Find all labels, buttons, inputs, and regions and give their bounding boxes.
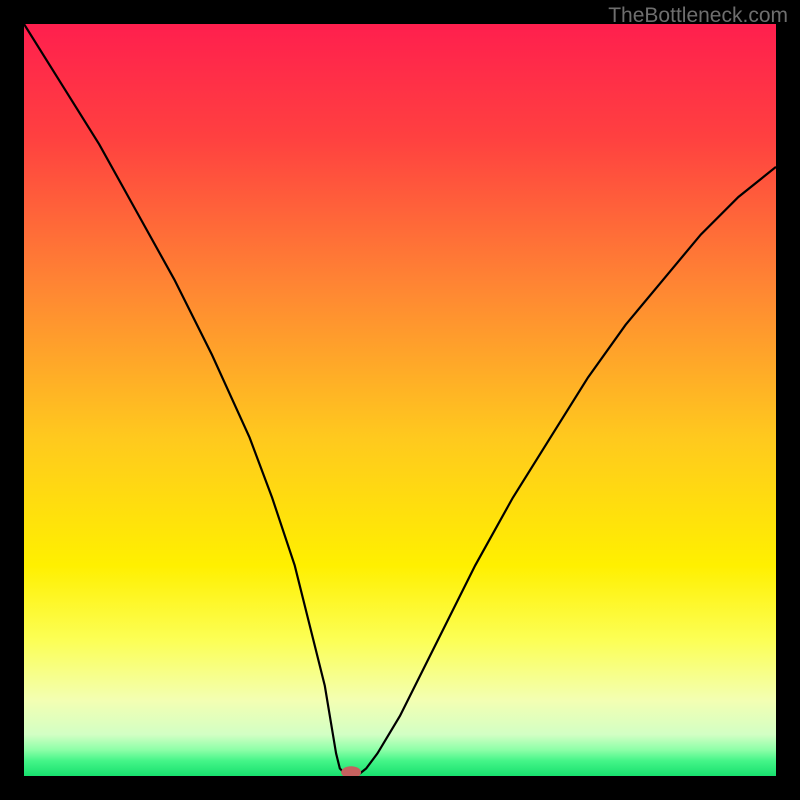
plot-area	[24, 24, 776, 776]
bottleneck-chart: TheBottleneck.com	[0, 0, 800, 800]
bottleneck-curve	[24, 24, 776, 776]
watermark-text: TheBottleneck.com	[608, 4, 788, 28]
